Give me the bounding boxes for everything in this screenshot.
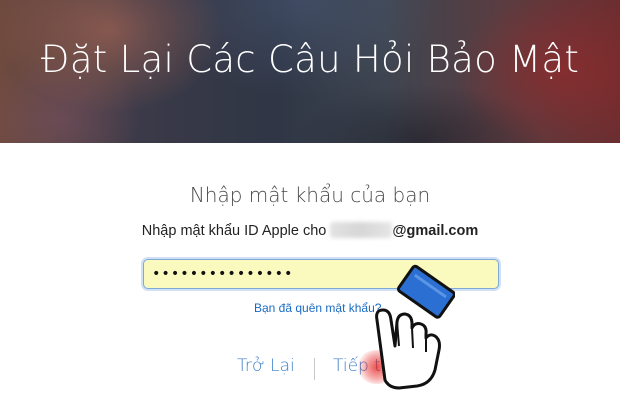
pointing-hand-icon	[375, 264, 455, 390]
redacted-email	[330, 222, 393, 238]
instruction-prefix: Nhập mật khẩu ID Apple cho	[141, 223, 327, 239]
header-banner: Đặt Lại Các Câu Hỏi Bảo Mật	[0, 0, 620, 143]
action-bar: Trở Lại Tiếp tục	[0, 356, 620, 386]
email-domain: @gmail.com	[392, 223, 479, 239]
form-heading: Nhập mật khẩu của bạn	[189, 183, 431, 207]
action-divider	[314, 358, 315, 380]
back-button[interactable]: Trở Lại	[237, 356, 295, 376]
instruction-text: Nhập mật khẩu ID Apple cho @gmail.com	[0, 222, 620, 239]
page-title: Đặt Lại Các Câu Hỏi Bảo Mật	[40, 38, 580, 81]
